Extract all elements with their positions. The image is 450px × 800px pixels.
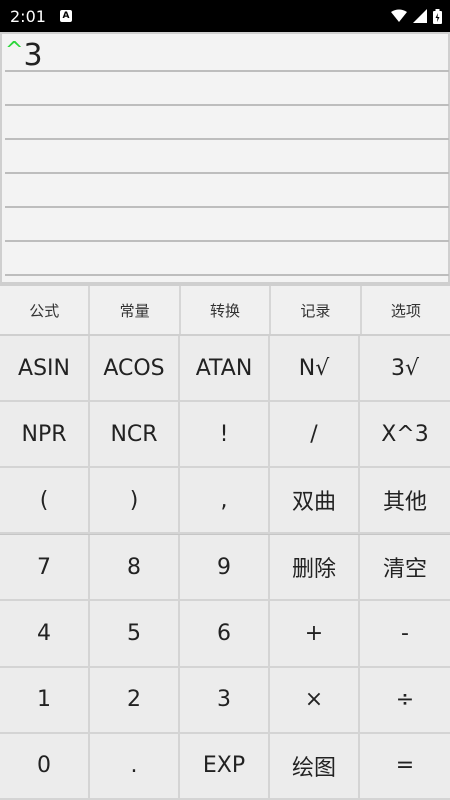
display-rule [5, 172, 449, 174]
digit-2-button[interactable]: 2 [90, 667, 180, 734]
open-paren-button[interactable]: ( [0, 468, 90, 534]
signal-icon [413, 9, 427, 23]
expression-display[interactable]: ^3 [0, 32, 450, 284]
digit-3-button[interactable]: 3 [180, 667, 270, 734]
equals-button[interactable]: = [360, 733, 450, 800]
number-keypad: 7 8 9 删除 清空 4 5 6 + - 1 2 3 × ÷ 0 . EXP … [0, 535, 450, 800]
display-rule [5, 104, 449, 106]
plus-button[interactable]: + [270, 601, 360, 668]
wifi-icon [391, 9, 407, 22]
slash-button[interactable]: / [270, 402, 360, 468]
factorial-button[interactable]: ! [180, 402, 270, 468]
tab-convert[interactable]: 转换 [181, 286, 272, 334]
cube-root-button[interactable]: 3√ [360, 336, 450, 402]
npr-button[interactable]: NPR [0, 402, 90, 468]
notification-app-icon: A [59, 10, 72, 22]
plot-button[interactable]: 绘图 [270, 733, 360, 800]
function-keypad: ASIN ACOS ATAN N√ 3√ NPR NCR ! / X^3 ( )… [0, 336, 450, 537]
digit-4-button[interactable]: 4 [0, 601, 90, 668]
battery-icon [433, 8, 442, 24]
atan-button[interactable]: ATAN [180, 336, 270, 402]
divide-button[interactable]: ÷ [360, 667, 450, 734]
clear-button[interactable]: 清空 [360, 535, 450, 602]
acos-button[interactable]: ACOS [90, 336, 180, 402]
minus-button[interactable]: - [360, 601, 450, 668]
digit-6-button[interactable]: 6 [180, 601, 270, 668]
ncr-button[interactable]: NCR [90, 402, 180, 468]
exp-button[interactable]: EXP [180, 733, 270, 800]
tab-history[interactable]: 记录 [271, 286, 362, 334]
tab-formula[interactable]: 公式 [0, 286, 91, 334]
hyperbolic-button[interactable]: 双曲 [270, 468, 360, 534]
digit-9-button[interactable]: 9 [180, 535, 270, 602]
multiply-button[interactable]: × [270, 667, 360, 734]
notification-app-letter: A [62, 10, 70, 21]
expression-value: 3 [23, 38, 43, 73]
digit-8-button[interactable]: 8 [90, 535, 180, 602]
delete-button[interactable]: 删除 [270, 535, 360, 602]
display-rule [5, 70, 449, 72]
status-time: 2:01 [10, 6, 46, 26]
other-button[interactable]: 其他 [360, 468, 450, 534]
digit-1-button[interactable]: 1 [0, 667, 90, 734]
display-rule [5, 138, 449, 140]
comma-button[interactable]: , [180, 468, 270, 534]
digit-0-button[interactable]: 0 [0, 733, 90, 800]
status-bar: 2:01 A [0, 0, 450, 32]
display-rule [5, 274, 449, 276]
category-tabs: 公式 常量 转换 记录 选项 [0, 284, 450, 336]
tab-options[interactable]: 选项 [362, 286, 450, 334]
asin-button[interactable]: ASIN [0, 336, 90, 402]
decimal-point-button[interactable]: . [90, 733, 180, 800]
display-rule [5, 240, 449, 242]
status-icons [391, 0, 442, 32]
power-caret: ^ [5, 38, 24, 63]
digit-5-button[interactable]: 5 [90, 601, 180, 668]
tab-constants[interactable]: 常量 [90, 286, 181, 334]
expression-text: ^3 [5, 38, 43, 73]
nth-root-button[interactable]: N√ [270, 336, 360, 402]
display-rule [5, 206, 449, 208]
cube-button[interactable]: X^3 [360, 402, 450, 468]
digit-7-button[interactable]: 7 [0, 535, 90, 602]
close-paren-button[interactable]: ) [90, 468, 180, 534]
